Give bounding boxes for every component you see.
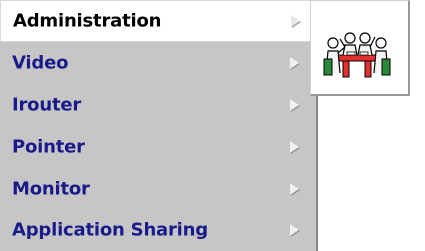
submenu-arrow-icon	[291, 15, 300, 27]
menu-item-label: Application Sharing	[12, 219, 208, 241]
menu-item-label: Administration	[13, 10, 162, 32]
menu-item-pointer[interactable]: Pointer	[0, 126, 316, 168]
submenu-arrow-icon	[290, 99, 299, 111]
context-menu: Administration Video Irouter Pointer Mon…	[0, 0, 318, 251]
menu-item-label: Irouter	[12, 94, 82, 116]
menu-item-administration[interactable]: Administration	[0, 0, 316, 42]
menu-item-video[interactable]: Video	[0, 42, 316, 84]
submenu-arrow-icon	[290, 141, 299, 153]
menu-item-monitor[interactable]: Monitor	[0, 168, 316, 210]
menu-item-label: Video	[12, 52, 69, 74]
submenu-arrow-icon	[290, 183, 299, 195]
menu-item-application-sharing[interactable]: Application Sharing	[0, 209, 316, 251]
submenu-arrow-icon	[290, 57, 299, 69]
meeting-icon[interactable]	[323, 29, 391, 81]
menu-item-label: Pointer	[12, 136, 85, 158]
administration-submenu	[310, 0, 410, 96]
submenu-arrow-icon	[290, 224, 299, 236]
menu-item-irouter[interactable]: Irouter	[0, 84, 316, 126]
menu-item-label: Monitor	[12, 178, 90, 200]
